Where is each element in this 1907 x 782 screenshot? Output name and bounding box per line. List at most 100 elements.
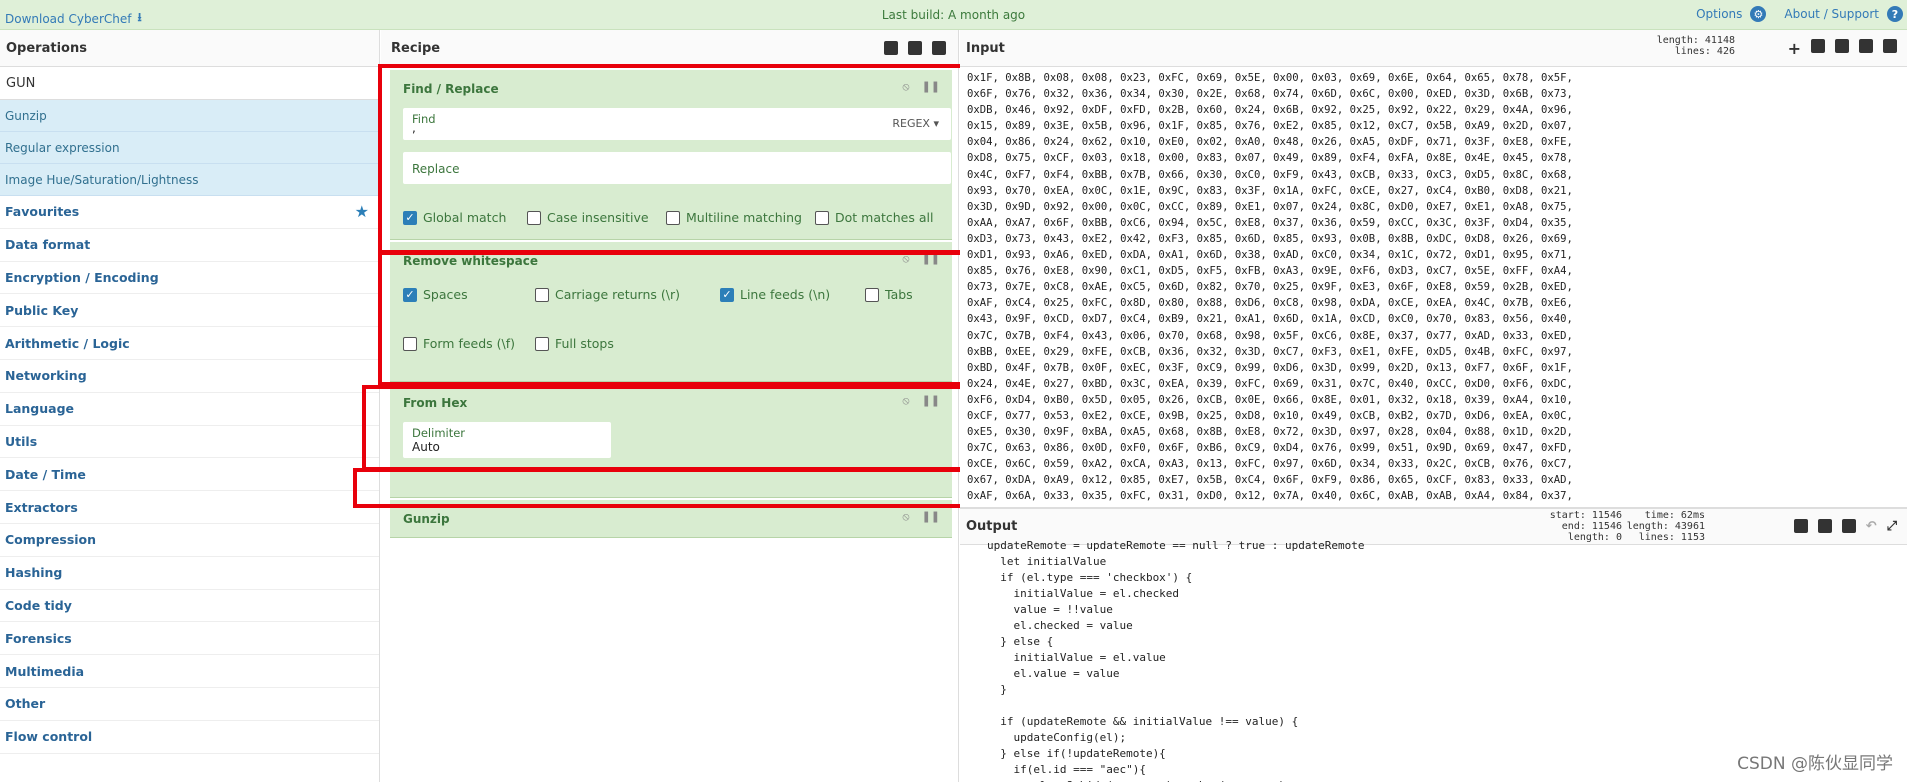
check-icon: ✓ [403,210,417,225]
full-stops-label: Full stops [555,336,614,351]
checkbox-icon [865,287,879,302]
category-item[interactable]: Arithmetic / Logic [0,327,379,360]
disable-icon[interactable]: ⦸ [902,510,909,524]
category-item[interactable]: Public Key [0,294,379,328]
category-item[interactable]: Compression [0,524,379,557]
carriage-returns-checkbox[interactable]: Carriage returns (\r) [535,287,680,302]
save-icon[interactable] [884,41,898,55]
gunzip-title: Gunzip [403,512,450,526]
gunzip-operation: Gunzip ⦸ ❚❚ [390,500,952,538]
input-line: 0x4C, 0xF7, 0xF4, 0xBB, 0x7B, 0x66, 0x30… [967,168,1573,181]
category-favourites[interactable]: Favourites ★ [0,196,379,229]
check-icon: ✓ [403,287,417,302]
disable-icon[interactable]: ⦸ [902,80,909,94]
delimiter-label: Delimiter [412,426,466,440]
build-info: Last build: A month ago [881,8,1026,22]
category-item[interactable]: Code tidy [0,590,379,623]
undo-icon[interactable]: ↶ [1866,519,1877,534]
dotall-checkbox[interactable]: Dot matches all [815,210,933,225]
op-result-gunzip[interactable]: Gunzip [0,100,379,132]
input-length: length: 41148 [1656,35,1735,46]
input-line: 0x93, 0x70, 0xEA, 0x0C, 0x1E, 0x9C, 0x83… [967,184,1573,197]
output-text[interactable]: updateRemote = updateRemote == null ? tr… [987,538,1887,782]
input-line: 0xF6, 0xD4, 0xB0, 0x5D, 0x05, 0x26, 0xCB… [967,393,1573,406]
form-feeds-label: Form feeds (\f) [423,336,516,351]
category-label: Extractors [5,499,78,515]
form-feeds-checkbox[interactable]: Form feeds (\f) [403,336,515,351]
category-label: Hashing [5,565,63,581]
recipe-title: Recipe [391,40,441,56]
category-item[interactable]: Utils [0,426,379,459]
regex-dropdown[interactable]: REGEX ▾ [892,117,939,130]
op-result-regex[interactable]: Regular expression [0,132,379,164]
category-item[interactable]: Flow control [0,721,379,754]
global-match-label: Global match [423,210,507,225]
pause-icon[interactable]: ❚❚ [922,510,940,524]
copy-icon[interactable] [1817,519,1832,533]
folder-icon[interactable] [908,41,922,55]
multiline-checkbox[interactable]: Multiline matching [666,210,802,225]
open-file-icon[interactable] [1835,38,1849,53]
op-result-image-hue[interactable]: Image Hue/Saturation/Lightness [0,164,379,196]
recipe-panel: Recipe Find / Replace ⦸ ❚❚ Find , REGEX ▾… [381,30,959,782]
input-lines: lines: 426 [1674,46,1735,57]
replace-field[interactable]: Replace [403,152,951,184]
category-item[interactable]: Date / Time [0,458,379,492]
category-item[interactable]: Forensics [0,622,379,656]
line-feeds-checkbox[interactable]: ✓ Line feeds (\n) [720,287,830,302]
case-insensitive-checkbox[interactable]: Case insensitive [527,210,649,225]
save-icon[interactable] [1793,519,1808,533]
category-label: Other [5,696,46,712]
dotall-label: Dot matches all [835,210,934,225]
open-folder-icon[interactable] [1811,38,1825,53]
gear-icon[interactable]: ⚙ [1750,6,1767,22]
input-line: 0x3D, 0x9D, 0x92, 0x00, 0x0C, 0xCC, 0x89… [967,200,1573,213]
category-label: Date / Time [5,466,86,482]
operations-search-input[interactable]: GUN [0,67,379,100]
maximize-icon[interactable]: ⤢ [1887,519,1897,534]
category-item[interactable]: Language [0,393,379,426]
category-item[interactable]: Other [0,688,379,721]
input-line: 0x15, 0x89, 0x3E, 0x5B, 0x96, 0x1F, 0x85… [967,120,1573,133]
recipe-header: Recipe [381,30,958,67]
full-stops-checkbox[interactable]: Full stops [535,336,614,351]
category-item[interactable]: Encryption / Encoding [0,262,379,295]
category-label: Arithmetic / Logic [5,335,130,351]
delimiter-value: Auto [412,440,440,454]
trash-icon[interactable] [1859,38,1873,53]
disable-icon[interactable]: ⦸ [902,252,909,266]
replace-input-icon[interactable] [1841,519,1856,533]
options-link[interactable]: Options [1696,7,1742,21]
find-field[interactable]: Find , REGEX ▾ [403,108,951,140]
input-line: 0x24, 0x4E, 0x27, 0xBD, 0x3C, 0xEA, 0x39… [967,377,1573,390]
star-icon[interactable]: ★ [355,202,369,221]
category-label: Favourites [5,204,80,220]
input-stats: length: 41148 lines: 426 [1620,35,1735,57]
pause-icon[interactable]: ❚❚ [922,394,940,408]
tabs-checkbox[interactable]: Tabs [865,287,913,302]
disable-icon[interactable]: ⦸ [902,394,909,408]
input-line: 0x73, 0x7E, 0xC8, 0xAE, 0xC5, 0x6D, 0x82… [967,281,1573,294]
about-link[interactable]: About / Support [1784,7,1879,21]
help-icon[interactable]: ? [1887,6,1903,22]
pause-icon[interactable]: ❚❚ [922,80,940,94]
category-label: Encryption / Encoding [5,269,159,285]
category-item[interactable]: Extractors [0,491,379,524]
category-item[interactable]: Hashing [0,557,379,590]
spaces-checkbox[interactable]: ✓ Spaces [403,287,468,302]
category-item[interactable]: Data format [0,229,379,262]
input-line: 0xDB, 0x46, 0x92, 0xDF, 0xFD, 0x2B, 0x60… [967,104,1573,117]
category-label: Language [5,401,75,417]
output-title: Output [966,519,1018,534]
add-tab-icon[interactable]: + [1788,39,1801,58]
global-match-checkbox[interactable]: ✓ Global match [403,210,506,225]
trash-icon[interactable] [932,41,946,55]
category-label: Public Key [5,302,79,318]
category-item[interactable]: Multimedia [0,655,379,688]
category-label: Data format [5,237,91,253]
layout-icon[interactable] [1883,38,1897,53]
pause-icon[interactable]: ❚❚ [922,252,940,266]
delimiter-field[interactable]: Delimiter Auto [403,422,611,458]
input-textarea[interactable]: 0x1F, 0x8B, 0x08, 0x08, 0x23, 0xFC, 0x69… [967,70,1897,502]
category-item[interactable]: Networking [0,360,379,393]
